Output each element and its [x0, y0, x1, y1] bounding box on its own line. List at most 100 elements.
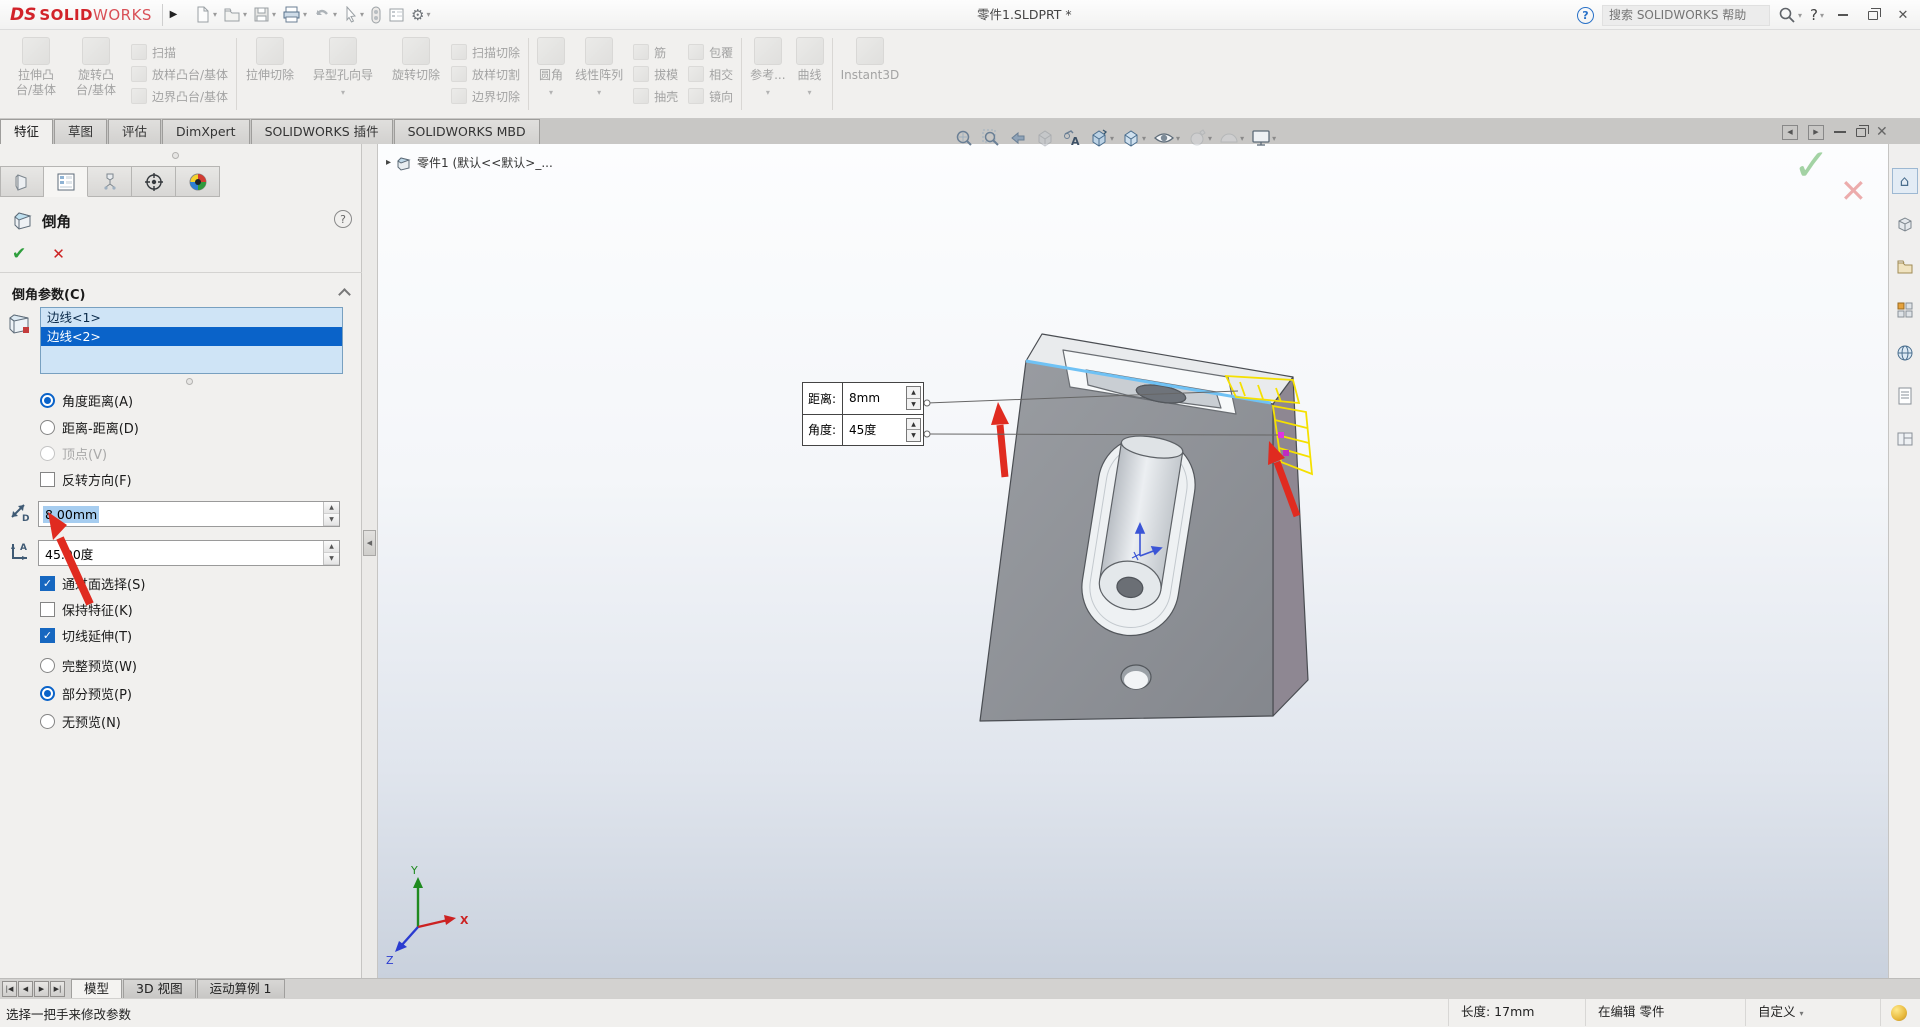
confirm-cancel-watermark-icon[interactable]: ✕	[1840, 172, 1867, 210]
zoom-to-area-button[interactable]	[979, 125, 1003, 151]
quick-tips-ball-icon[interactable]	[1891, 1005, 1907, 1021]
check-tangent-propagation[interactable]: ✓ 切线延伸(T)	[40, 626, 132, 644]
radio-partial-preview[interactable]: 部分预览(P)	[40, 684, 132, 702]
edit-appearance-button[interactable]: ▾	[1185, 125, 1214, 151]
feature-manager-tree-tab[interactable]	[0, 166, 44, 197]
instant3d-button[interactable]: Instant3D	[836, 32, 905, 116]
task-pane-view-palette-button[interactable]	[1892, 297, 1918, 323]
loft-cut-button[interactable]: 放样切割	[451, 65, 520, 84]
view-settings-button[interactable]: ▾	[1249, 125, 1278, 151]
pm-cancel-button[interactable]: ✕	[52, 245, 65, 263]
pm-ok-button[interactable]: ✔	[12, 244, 26, 264]
panel-resize-grip[interactable]	[172, 152, 179, 159]
options-button[interactable]: ⚙ ▾	[409, 3, 432, 27]
wrap-button[interactable]: 包覆	[688, 43, 733, 62]
chamfer-callout[interactable]: 距离: 8mm ▲▼ 角度: 45度 ▲▼	[802, 382, 924, 446]
extrude-boss-button[interactable]: 拉伸凸台/基体	[6, 32, 66, 116]
model-tab[interactable]: 模型	[71, 979, 122, 998]
apply-scene-button[interactable]: ▾	[1217, 125, 1246, 151]
rib-button[interactable]: 筋	[633, 43, 678, 62]
search-input[interactable]	[1602, 5, 1770, 26]
hole-wizard-button[interactable]: 异型孔向导 ▾	[300, 32, 386, 116]
checkbox-checked[interactable]: ✓	[40, 576, 55, 591]
select-button[interactable]: ▾	[341, 3, 366, 27]
tab-evaluate[interactable]: 评估	[108, 119, 161, 144]
menu-flyout-arrow-icon[interactable]: ▶	[162, 4, 178, 26]
dropdown-arrow-icon[interactable]: ▾	[272, 10, 276, 19]
previous-tab-button[interactable]: ◀	[18, 981, 33, 997]
reference-geometry-button[interactable]: 参考... ▾	[745, 32, 790, 116]
angle-spinner[interactable]: ▲▼	[323, 541, 339, 565]
spin-down-icon[interactable]: ▼	[324, 553, 339, 565]
hide-show-items-button[interactable]: ▾	[1151, 125, 1182, 151]
task-pane-design-library-button[interactable]	[1892, 211, 1918, 237]
checkbox-checked[interactable]: ✓	[40, 628, 55, 643]
fillet-button[interactable]: 圆角 ▾	[532, 32, 570, 116]
chamfer-distance-field[interactable]: 8.00mm ▲▼	[38, 501, 340, 527]
chamfer-angle-field[interactable]: 45.00度 ▲▼	[38, 540, 340, 566]
dropdown-arrow-icon[interactable]: ▾	[1820, 11, 1824, 20]
pm-help-button[interactable]: ?	[334, 210, 352, 228]
help-menu-button[interactable]: ?▾	[1810, 6, 1824, 24]
chamfer-drag-arrow[interactable]	[991, 402, 1009, 477]
section-view-button[interactable]	[1033, 125, 1057, 151]
checkbox-unchecked[interactable]	[40, 472, 55, 487]
chamfer-parameters-group-header[interactable]: 倒角参数(C)	[12, 284, 85, 303]
boundary-boss-button[interactable]: 边界凸台/基体	[131, 87, 228, 106]
revolve-boss-button[interactable]: 旋转凸台/基体	[66, 32, 126, 116]
task-pane-forum-button[interactable]	[1892, 426, 1918, 452]
check-flip-direction[interactable]: 反转方向(F)	[40, 470, 132, 488]
tab-sketch[interactable]: 草图	[54, 119, 107, 144]
tab-dimxpert[interactable]: DimXpert	[162, 119, 250, 144]
dropdown-arrow-icon[interactable]: ▾	[1800, 1009, 1804, 1018]
dropdown-arrow-icon[interactable]: ▾	[1240, 134, 1244, 143]
spin-down-icon[interactable]: ▼	[907, 430, 920, 441]
panel-collapse-handle[interactable]: ◀	[363, 530, 376, 556]
task-pane-file-explorer-button[interactable]	[1892, 254, 1918, 280]
file-properties-button[interactable]	[386, 3, 407, 27]
doc-close-icon[interactable]: ✕	[1876, 124, 1888, 140]
radio-full-preview[interactable]: 完整预览(W)	[40, 656, 137, 674]
3d-views-tab[interactable]: 3D 视图	[123, 979, 196, 998]
undo-button[interactable]: ▾	[311, 3, 339, 27]
sweep-button[interactable]: 扫描	[131, 43, 228, 62]
boundary-cut-button[interactable]: 边界切除	[451, 87, 520, 106]
callout-angle-value[interactable]: 45度	[843, 421, 906, 438]
linear-pattern-button[interactable]: 线性阵列 ▾	[570, 32, 628, 116]
configuration-manager-tab[interactable]	[88, 166, 132, 197]
radio-angle-distance[interactable]: 角度距离(A)	[40, 391, 133, 409]
new-document-button[interactable]: ▾	[192, 3, 219, 27]
doc-restore-icon[interactable]	[1856, 128, 1866, 137]
display-manager-tab[interactable]	[176, 166, 220, 197]
graphics-viewport[interactable]: ▸ 零件1 (默认<<默认>_... ✓ ✕	[378, 144, 1888, 978]
view-orientation-button[interactable]: ▾	[1087, 125, 1116, 151]
dropdown-arrow-icon[interactable]: ▾	[1110, 134, 1114, 143]
task-pane-home-button[interactable]: ⌂	[1892, 168, 1918, 194]
extrude-cut-button[interactable]: 拉伸切除	[240, 32, 300, 116]
open-button[interactable]: ▾	[221, 3, 249, 27]
tab-features[interactable]: 特征	[0, 119, 53, 144]
draft-button[interactable]: 拔模	[633, 65, 678, 84]
callout-distance-value[interactable]: 8mm	[843, 391, 906, 405]
part-model[interactable]	[980, 334, 1308, 721]
spin-up-icon[interactable]: ▲	[324, 502, 339, 514]
revolve-cut-button[interactable]: 旋转切除	[386, 32, 446, 116]
intersect-button[interactable]: 相交	[688, 65, 733, 84]
dropdown-arrow-icon[interactable]: ▾	[426, 10, 430, 19]
spin-down-icon[interactable]: ▼	[324, 514, 339, 526]
dimxpert-manager-tab[interactable]	[132, 166, 176, 197]
doc-minimize-icon[interactable]	[1834, 131, 1846, 133]
dropdown-arrow-icon[interactable]: ▾	[303, 10, 307, 19]
callout-angle-spinner[interactable]: ▲▼	[906, 418, 921, 442]
shell-button[interactable]: 抽壳	[633, 87, 678, 106]
restore-button[interactable]	[1862, 5, 1884, 25]
print-button[interactable]: ▾	[280, 3, 309, 27]
dropdown-arrow-icon[interactable]: ▾	[549, 85, 553, 100]
dropdown-arrow-icon[interactable]: ▾	[808, 85, 812, 100]
radio-distance-distance[interactable]: 距离-距离(D)	[40, 418, 139, 436]
breadcrumb-text[interactable]: 零件1 (默认<<默认>_...	[417, 154, 553, 171]
display-style-button[interactable]: ▾	[1119, 125, 1148, 151]
dropdown-arrow-icon[interactable]: ▾	[1142, 134, 1146, 143]
rebuild-button[interactable]	[368, 3, 384, 27]
annotation-visibility-button[interactable]: A	[1060, 125, 1084, 151]
